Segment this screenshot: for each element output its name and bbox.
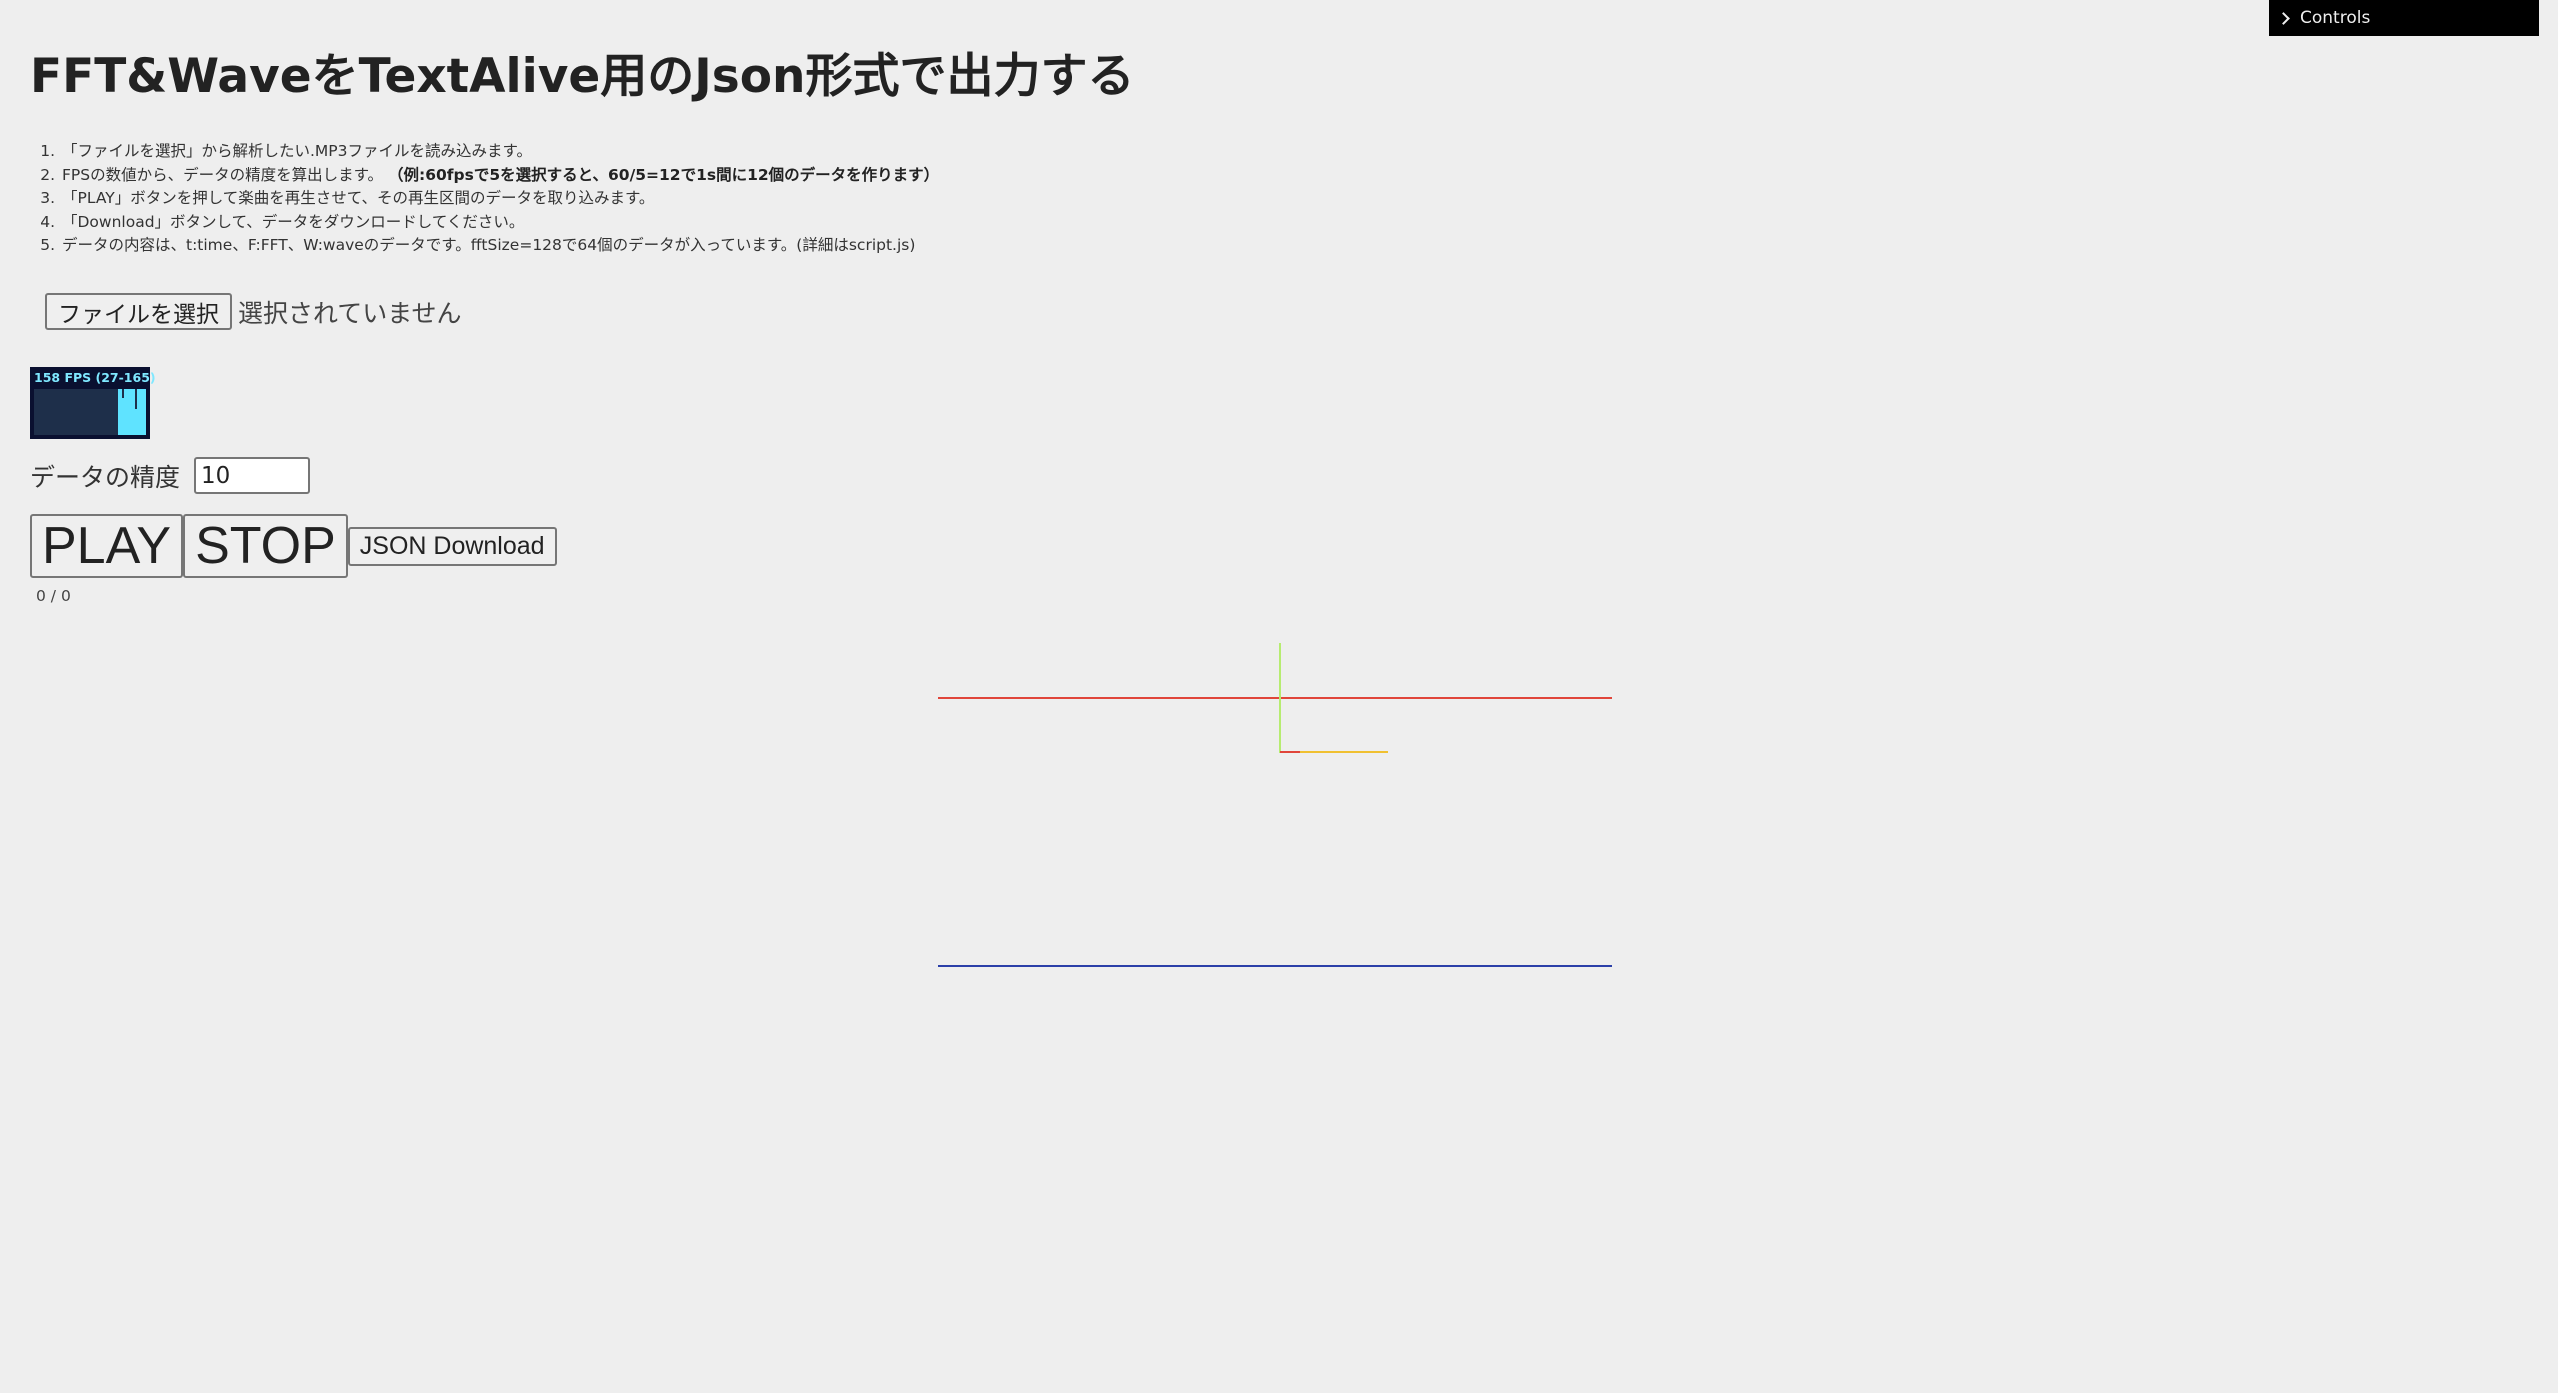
fps-graph-dip <box>122 389 124 398</box>
instruction-step: 「PLAY」ボタンを押して楽曲を再生させて、その再生区間のデータを取り込みます。 <box>60 187 939 211</box>
gui-controls-toggle[interactable]: Controls <box>2269 0 2539 36</box>
precision-input[interactable] <box>194 457 311 494</box>
instruction-step: データの内容は、t:time、F:FFT、W:waveのデータです。fftSiz… <box>60 234 939 258</box>
json-download-button[interactable]: JSON Download <box>347 526 557 566</box>
instruction-step-text: 「ファイルを選択」から解析したい.MP3ファイルを読み込みます。 <box>62 142 532 160</box>
instruction-step-text: 「Download」ボタンして、データをダウンロードしてください。 <box>62 212 525 231</box>
precision-label: データの精度 <box>30 462 181 492</box>
fps-stats-graph <box>34 389 146 435</box>
choose-file-button[interactable]: ファイルを選択 <box>45 293 232 330</box>
fps-graph-dip <box>135 389 137 409</box>
instruction-step: 「ファイルを選択」から解析したい.MP3ファイルを読み込みます。 <box>60 140 939 164</box>
fps-stats-panel[interactable]: 158 FPS (27-165) <box>30 367 156 439</box>
instruction-step: 「Download」ボタンして、データをダウンロードしてください。 <box>60 211 939 235</box>
instruction-step-text: 「PLAY」ボタンを押して楽曲を再生させて、その再生区間のデータを取り込みます。 <box>62 189 655 208</box>
time-readout: 0 / 0 <box>36 587 71 605</box>
play-button[interactable]: PLAY <box>30 514 184 578</box>
stop-button[interactable]: STOP <box>183 514 348 578</box>
instruction-list: 「ファイルを選択」から解析したい.MP3ファイルを読み込みます。 FPSの数値か… <box>30 140 939 258</box>
instruction-step-text: FPSの数値から、データの精度を算出します。 <box>62 165 384 184</box>
instruction-step-text: データの内容は、t:time、F:FFT、W:waveのデータです。fftSiz… <box>62 236 916 255</box>
file-status: 選択されていません <box>238 298 462 328</box>
file-input: ファイルを選択 選択されていません <box>45 293 462 330</box>
gui-controls-label: Controls <box>2300 8 2371 28</box>
fps-stats-label: 158 FPS (27-165) <box>34 370 156 385</box>
instruction-step: FPSの数値から、データの精度を算出します。 （例:60fpsで5を選択すると、… <box>60 164 939 188</box>
precision-row: データの精度 <box>30 457 311 494</box>
playback-controls: PLAY STOP JSON Download <box>30 514 557 578</box>
instruction-step-note: （例:60fpsで5を選択すると、60/5=12で1s間に12個のデータを作りま… <box>388 165 940 184</box>
page-title: FFT&WaveをTextAlive用のJson形式で出力する <box>30 49 1135 104</box>
chevron-right-icon <box>2277 11 2290 25</box>
